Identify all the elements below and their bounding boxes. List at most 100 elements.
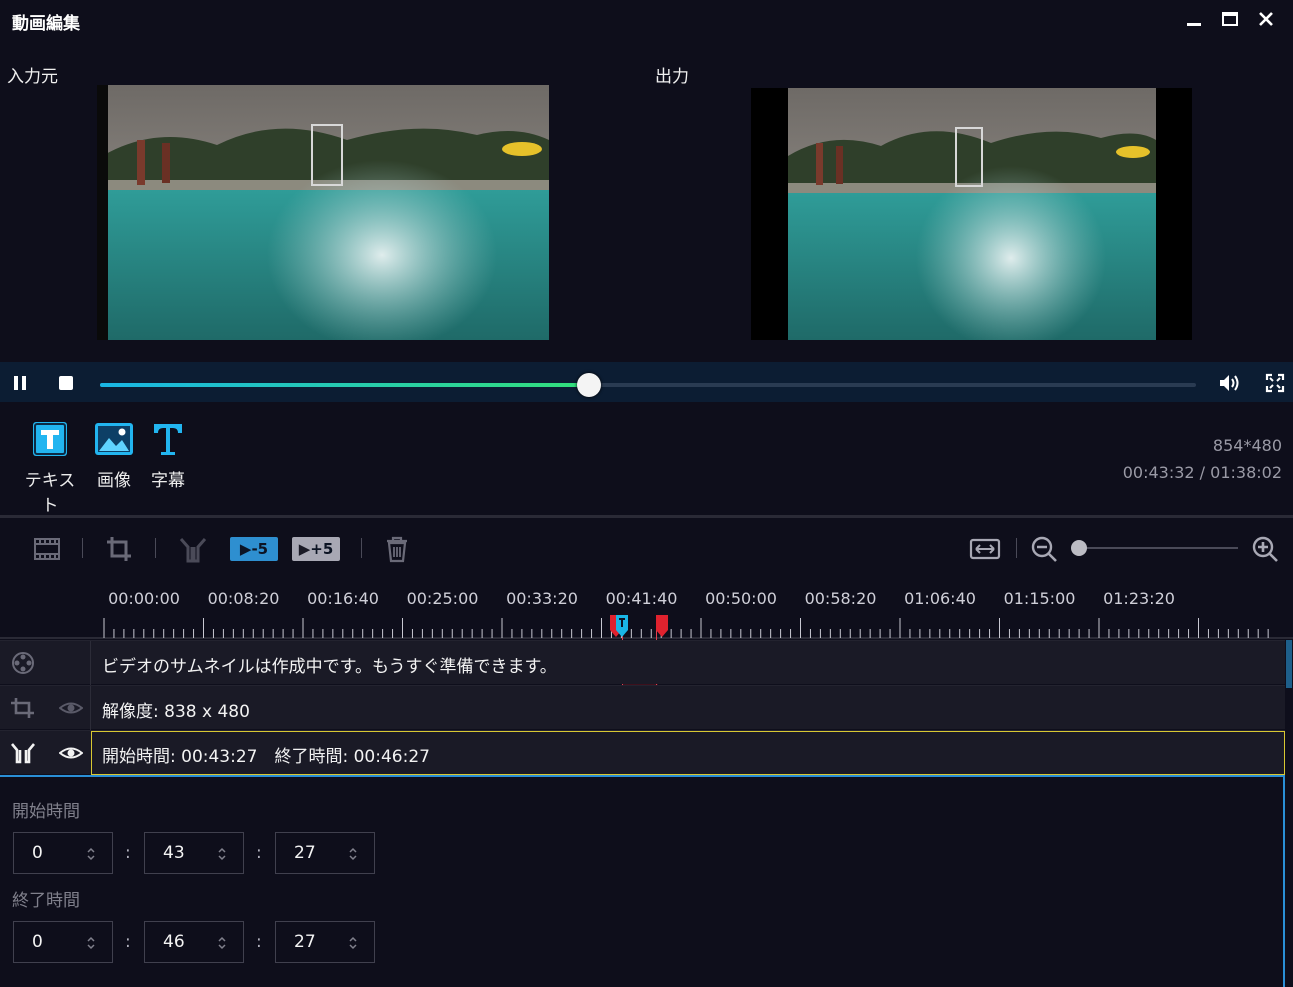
playback-time-info: 00:43:32 / 01:38:02: [1122, 463, 1282, 482]
thumbnail-track[interactable]: ビデオのサムネイルは作成中です。もうすぐ準備できます。: [0, 640, 1285, 685]
film-strip-icon[interactable]: [33, 535, 61, 563]
volume-icon[interactable]: [1218, 373, 1240, 393]
resolution-info: 854*480: [1212, 436, 1282, 455]
timeline-tick-label: 00:25:00: [406, 589, 479, 608]
timeline-tick-label: 00:50:00: [705, 589, 777, 608]
subtitle-tool-label: 字幕: [151, 471, 185, 491]
stop-icon[interactable]: [57, 374, 75, 392]
crop-track[interactable]: 解像度: 838 x 480: [0, 685, 1285, 730]
track-divider: [90, 641, 91, 685]
visibility-eye-icon[interactable]: [59, 744, 83, 762]
toolbar-divider: [361, 538, 362, 558]
seek-bar-progress: [100, 383, 589, 387]
trash-icon[interactable]: [384, 535, 410, 563]
end-time-label: 終了時間: [12, 891, 80, 911]
maximize-icon[interactable]: [1219, 8, 1241, 30]
image-tool-label: 画像: [97, 471, 131, 491]
end-hour-value: 0: [32, 932, 43, 952]
crop-resolution-text: 解像度: 838 x 480: [102, 702, 250, 722]
trim-icon[interactable]: [10, 742, 36, 764]
section-divider: [0, 515, 1293, 518]
play-arrow-icon: ▶: [298, 540, 311, 558]
timeline-tick-label: 00:33:20: [506, 589, 578, 608]
fit-width-icon[interactable]: [969, 535, 1001, 563]
subtitle-tool-button[interactable]: 字幕: [138, 420, 198, 491]
visibility-eye-icon[interactable]: [59, 699, 83, 717]
spinner-arrows-icon[interactable]: [217, 935, 227, 951]
timeline-tick-label: 00:00:00: [108, 589, 180, 608]
rewind-5-button[interactable]: ▶-5: [230, 537, 278, 561]
end-minute-input[interactable]: 46: [144, 921, 244, 963]
crop-icon[interactable]: [105, 535, 133, 563]
end-minute-value: 46: [163, 932, 185, 952]
timeline-ruler[interactable]: [0, 612, 1293, 640]
toolbar-divider: [82, 538, 83, 558]
play-arrow-icon: ▶: [239, 540, 252, 558]
input-preview-label: 入力元: [7, 67, 58, 87]
end-second-value: 27: [294, 932, 316, 952]
start-hour-input[interactable]: 0: [13, 832, 113, 874]
spinner-arrows-icon[interactable]: [86, 935, 96, 951]
film-reel-icon: [12, 652, 34, 674]
timeline-tick-label: 00:16:40: [307, 589, 379, 608]
track-divider: [90, 686, 91, 730]
title-bar: 動画編集: [0, 0, 1293, 40]
time-separator: :: [256, 843, 262, 863]
close-icon[interactable]: [1255, 8, 1277, 30]
window-title: 動画編集: [12, 14, 80, 34]
time-separator: :: [125, 932, 131, 952]
fullscreen-icon[interactable]: [1265, 373, 1285, 393]
zoom-out-icon[interactable]: [1030, 535, 1058, 563]
forward-5-label: +5: [310, 540, 334, 558]
minimize-icon[interactable]: [1183, 8, 1205, 30]
start-hour-value: 0: [32, 843, 43, 863]
seek-bar-knob[interactable]: [576, 373, 601, 397]
output-video-frame: [751, 88, 1192, 340]
subtitle-t-icon: [154, 424, 182, 455]
start-time-label: 開始時間: [12, 802, 80, 822]
trim-icon[interactable]: [178, 535, 208, 563]
output-video-image: [788, 88, 1156, 340]
end-second-input[interactable]: 27: [275, 921, 375, 963]
spinner-arrows-icon[interactable]: [348, 935, 358, 951]
spinner-arrows-icon[interactable]: [86, 846, 96, 862]
text-box-icon: [33, 422, 67, 456]
timeline-tick-label: 01:06:40: [904, 589, 976, 608]
text-tool-button[interactable]: テキスト: [20, 420, 80, 516]
output-preview-label: 出力: [655, 67, 689, 87]
time-separator: :: [125, 843, 131, 863]
forward-5-button[interactable]: ▶+5: [292, 537, 340, 561]
timeline-tick-label: 00:08:20: [207, 589, 280, 608]
spinner-arrows-icon[interactable]: [348, 846, 358, 862]
player-bar: [0, 362, 1293, 402]
trim-range-text: 開始時間: 00:43:27 終了時間: 00:46:27: [102, 747, 430, 767]
timeline-tick-label: 01:15:00: [1003, 589, 1076, 608]
image-tool-button[interactable]: 画像: [84, 420, 144, 491]
crop-icon[interactable]: [10, 697, 36, 719]
time-separator: :: [256, 932, 262, 952]
timeline-tick-label: 01:23:20: [1103, 589, 1175, 608]
end-hour-input[interactable]: 0: [13, 921, 113, 963]
track-scrollbar[interactable]: [1286, 640, 1292, 688]
zoom-slider-knob[interactable]: [1071, 540, 1087, 556]
input-video-image: [104, 85, 549, 340]
start-second-input[interactable]: 27: [275, 832, 375, 874]
image-icon: [95, 423, 133, 455]
input-video-frame: [97, 85, 549, 340]
spinner-arrows-icon[interactable]: [217, 846, 227, 862]
toolbar-divider: [1016, 538, 1017, 558]
trim-track[interactable]: 開始時間: 00:43:27 終了時間: 00:46:27: [0, 730, 1285, 775]
timeline-tick-label: 00:41:40: [605, 589, 678, 608]
timeline-tick-label: 00:58:20: [804, 589, 877, 608]
text-tool-label: テキスト: [24, 471, 76, 516]
start-minute-value: 43: [163, 843, 185, 863]
thumbnail-status-text: ビデオのサムネイルは作成中です。もうすぐ準備できます。: [102, 657, 557, 677]
zoom-slider-track[interactable]: [1080, 547, 1238, 549]
toolbar-divider: [155, 538, 156, 558]
trim-time-panel: 開始時間 0 : 43 : 27 終了時間 0 : 46 : 27: [0, 775, 1285, 987]
start-minute-input[interactable]: 43: [144, 832, 244, 874]
zoom-in-icon[interactable]: [1251, 535, 1279, 563]
start-second-value: 27: [294, 843, 316, 863]
pause-icon[interactable]: [10, 373, 30, 393]
rewind-5-label: -5: [251, 540, 269, 558]
